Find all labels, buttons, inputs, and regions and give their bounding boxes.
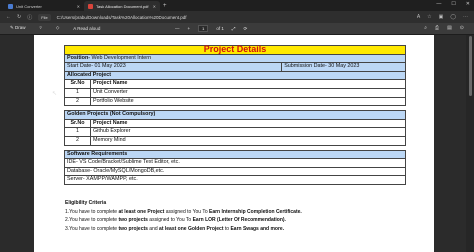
submission-date: Submission Date- 30 May 2023 bbox=[281, 62, 406, 72]
software-line: Server- XAMPP/WAMPP, etc. bbox=[64, 175, 406, 185]
read-mode-icon[interactable]: A bbox=[417, 14, 420, 20]
tab-unit-converter[interactable]: Unit Converter ✕ bbox=[4, 1, 84, 11]
table-row: 1 Github Explorer bbox=[64, 127, 407, 137]
criteria-emphasis: two projects bbox=[118, 217, 148, 224]
pin-icon[interactable]: ⊙ bbox=[460, 25, 464, 31]
sr-no-cell: 1 bbox=[64, 87, 91, 98]
project-name-header: Project Name bbox=[89, 79, 407, 89]
sr-no-header: Sr.No bbox=[64, 79, 91, 89]
page-number-input[interactable]: 1 bbox=[198, 25, 209, 32]
profile-icon[interactable]: ◯ bbox=[450, 14, 456, 20]
scrollbar-thumb[interactable] bbox=[469, 36, 472, 96]
window-controls: — ☐ ✕ bbox=[436, 1, 470, 7]
browser-tab-bar: Unit Converter ✕ Task Allocation Documen… bbox=[0, 0, 474, 11]
zoom-in-button[interactable]: + bbox=[188, 26, 191, 31]
fit-page-icon[interactable]: ⤢ bbox=[232, 26, 236, 31]
criteria-line-3: 3.You have to complete two projects and … bbox=[65, 225, 415, 234]
criteria-emphasis: at least one Golden Project bbox=[159, 225, 224, 232]
page-icon bbox=[8, 3, 13, 9]
mouse-cursor-icon: ↖ bbox=[52, 91, 58, 97]
read-aloud-button[interactable]: A Read aloud bbox=[73, 26, 100, 31]
software-line: IDE- VS Code/Bracket/Sublime Text Editor… bbox=[64, 158, 406, 168]
position-label: Position- bbox=[67, 54, 91, 61]
address-bar: ← ↻ ⓘ File C:/Users/prabu/Downloads/Task… bbox=[0, 11, 474, 23]
table-row: Sr.No Project Name bbox=[64, 79, 407, 89]
refresh-icon[interactable]: ↻ bbox=[17, 14, 21, 20]
info-icon[interactable]: ⓘ bbox=[27, 14, 32, 21]
close-window-icon[interactable]: ✕ bbox=[466, 1, 470, 7]
criteria-line-2: 2.You have to complete two projects assi… bbox=[65, 216, 415, 225]
golden-projects-header: Golden Projects (Not Compulsory) bbox=[64, 110, 406, 120]
back-icon[interactable]: ← bbox=[6, 14, 11, 20]
project-name-header: Project Name bbox=[89, 118, 407, 129]
close-icon[interactable]: ✕ bbox=[77, 4, 80, 9]
eligibility-criteria: Eligibility Criteria 1.You have to compl… bbox=[65, 199, 415, 233]
favorite-star-icon[interactable]: ☆ bbox=[427, 14, 431, 20]
criteria-text: 1.You have to complete bbox=[65, 208, 119, 215]
pdf-viewer: Project Details Position- Web Developmen… bbox=[0, 35, 474, 252]
criteria-text: assigned to You To bbox=[147, 217, 193, 224]
pdf-icon bbox=[88, 3, 93, 9]
criteria-text: assigned to You To bbox=[164, 208, 209, 215]
project-details-table: Project Details Position- Web Developmen… bbox=[63, 45, 407, 185]
search-icon[interactable]: ⌕ bbox=[424, 25, 427, 31]
project-name-cell: Github Explorer bbox=[89, 127, 407, 137]
save-icon[interactable]: ▤ bbox=[447, 25, 452, 31]
minimize-icon[interactable]: — bbox=[436, 1, 441, 7]
criteria-emphasis: Earn Internship Completion Certificate. bbox=[209, 208, 302, 215]
sr-no-cell: 2 bbox=[64, 135, 91, 146]
start-date: Start Date- 01 May 2023 bbox=[63, 62, 283, 72]
browser-toolbar-icons: A ☆ ▣ ◯ ⋯ bbox=[417, 14, 468, 20]
software-line: Database- Oracle/MySQL/MongoDB,etc. bbox=[64, 166, 406, 177]
close-icon[interactable]: ✕ bbox=[153, 4, 156, 9]
table-row: 1 Unit Converter bbox=[64, 87, 407, 98]
project-name-cell: Unit Converter bbox=[89, 87, 407, 98]
pdf-page: Project Details Position- Web Developmen… bbox=[34, 35, 434, 252]
sr-no-cell: 1 bbox=[64, 127, 91, 137]
position-value: Web Development Intern bbox=[90, 54, 152, 61]
eraser-icon[interactable]: ◇ bbox=[56, 25, 59, 31]
draw-button[interactable]: ✎ Draw bbox=[10, 25, 26, 31]
tab-task-allocation-pdf[interactable]: Task Allocation Document.pdf ✕ bbox=[84, 1, 160, 11]
criteria-emphasis: Earn Swags and more. bbox=[230, 225, 285, 232]
table-row: Sr.No Project Name bbox=[64, 118, 407, 129]
tab-label: Unit Converter bbox=[16, 3, 42, 9]
criteria-emphasis: two projects bbox=[118, 225, 148, 232]
draw-label: Draw bbox=[15, 25, 26, 30]
project-name-cell: Portfolio Website bbox=[89, 96, 407, 107]
tab-label: Task Allocation Document.pdf bbox=[96, 3, 149, 9]
allocated-project-header: Allocated Project bbox=[64, 70, 406, 81]
eligibility-heading: Eligibility Criteria bbox=[65, 200, 107, 206]
criteria-emphasis: at least one Project bbox=[118, 208, 165, 215]
rotate-icon[interactable]: ⟳ bbox=[244, 26, 248, 32]
criteria-text: 3.You have to complete bbox=[65, 225, 119, 232]
sr-no-cell: 2 bbox=[64, 96, 91, 107]
sr-no-header: Sr.No bbox=[64, 118, 91, 129]
criteria-emphasis: Earn LOR (Letter Of Recommendation). bbox=[192, 217, 286, 224]
document-title: Project Details bbox=[64, 45, 406, 55]
new-tab-button[interactable]: + bbox=[163, 1, 167, 11]
file-chip: File bbox=[38, 13, 51, 21]
criteria-text: 2.You have to complete bbox=[65, 217, 119, 224]
criteria-text: and bbox=[147, 225, 160, 232]
pdf-toolbar: ✎ Draw ▿ ◇ A Read aloud — + 1 of 1 ⤢ ⟳ ⌕… bbox=[0, 23, 474, 35]
read-aloud-label: Read aloud bbox=[77, 25, 101, 31]
print-icon[interactable]: ⎙ bbox=[435, 25, 439, 31]
page-total: of 1 bbox=[216, 26, 224, 31]
url-field[interactable]: C:/Users/prabu/Downloads/Task%20Allocati… bbox=[57, 15, 187, 20]
criteria-line-1: 1.You have to complete at least one Proj… bbox=[65, 208, 415, 217]
table-row: 2 Portfolio Website bbox=[64, 96, 407, 107]
more-icon[interactable]: ⋯ bbox=[463, 14, 468, 20]
zoom-out-button[interactable]: — bbox=[175, 26, 180, 31]
maximize-icon[interactable]: ☐ bbox=[451, 1, 455, 7]
table-row: 2 Memory Mind bbox=[64, 135, 407, 146]
project-name-cell: Memory Mind bbox=[89, 135, 407, 146]
software-requirements-header: Software Requirements bbox=[64, 149, 406, 160]
collections-icon[interactable]: ▣ bbox=[439, 14, 444, 20]
position-row: Position- Web Development Intern bbox=[64, 53, 406, 64]
highlight-icon[interactable]: ▿ bbox=[40, 25, 42, 31]
